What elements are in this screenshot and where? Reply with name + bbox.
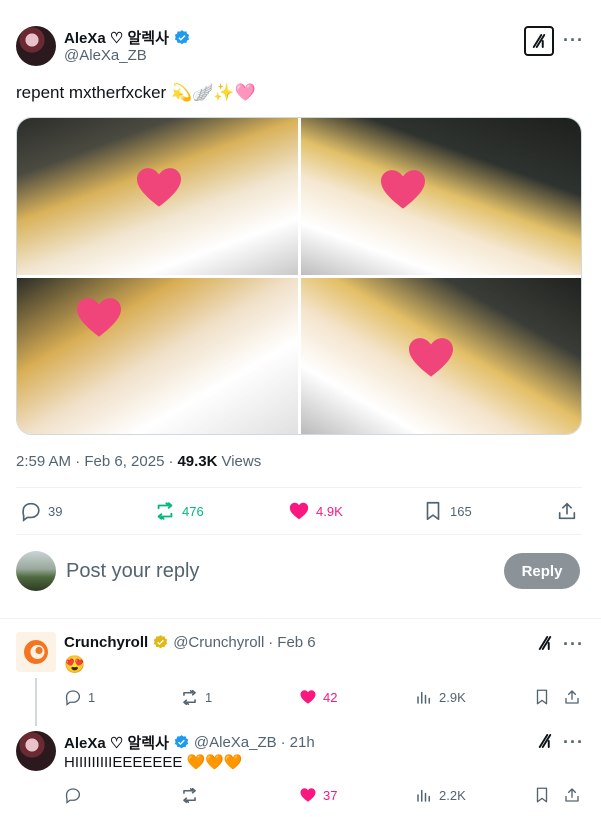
reply-1-bookmark-button[interactable] bbox=[533, 688, 551, 706]
views-count: 49.3K bbox=[177, 453, 218, 470]
reply-2-views-button[interactable]: 2.2K bbox=[415, 786, 466, 804]
reply-2-handle[interactable]: @AleXa_ZB bbox=[194, 734, 277, 751]
grok-icon[interactable] bbox=[524, 26, 554, 56]
reply-2-header: AleXa ♡ 알렉사 @AleXa_ZB · 21h bbox=[64, 732, 315, 753]
like-button[interactable]: 4.9K bbox=[288, 500, 343, 522]
meta-separator: · bbox=[168, 453, 174, 470]
reply-1-text: 😍 bbox=[64, 655, 86, 674]
reply-1-like-count: 42 bbox=[323, 689, 338, 705]
reply-button[interactable]: 39 bbox=[20, 500, 62, 522]
share-icon bbox=[565, 788, 579, 802]
share-icon bbox=[558, 502, 576, 520]
reply-2-reply-button[interactable] bbox=[64, 786, 88, 804]
reply-2-time[interactable]: 21h bbox=[290, 734, 315, 751]
repost-button[interactable]: 476 bbox=[154, 500, 204, 522]
bookmark-icon bbox=[536, 787, 548, 803]
reply-2-avatar[interactable] bbox=[16, 731, 56, 771]
verified-badge-icon bbox=[174, 29, 189, 44]
repost-count: 476 bbox=[182, 503, 204, 519]
more-icon[interactable]: ··· bbox=[563, 732, 584, 753]
reply-1-reply-button[interactable]: 1 bbox=[64, 688, 95, 706]
reply-1-views-button[interactable]: 2.9K bbox=[415, 688, 466, 706]
reply-1-repost-count: 1 bbox=[205, 690, 213, 705]
verified-gold-badge-icon bbox=[153, 635, 168, 649]
author-avatar[interactable] bbox=[16, 26, 56, 66]
author-name-row[interactable]: AleXa ♡ 알렉사 bbox=[64, 27, 191, 48]
reply-1-views-count: 2.9K bbox=[439, 689, 466, 705]
reply-1-display-name[interactable]: Crunchyroll bbox=[64, 634, 148, 651]
more-icon[interactable]: ··· bbox=[563, 634, 584, 655]
reply-2-bookmark-button[interactable] bbox=[533, 786, 551, 804]
reply-count: 39 bbox=[48, 503, 63, 519]
views-icon bbox=[417, 691, 430, 704]
repost-icon bbox=[183, 689, 196, 706]
bookmark-count: 165 bbox=[450, 503, 472, 519]
views-icon bbox=[417, 789, 430, 802]
photo-1[interactable] bbox=[17, 118, 298, 275]
bookmark-icon bbox=[426, 501, 440, 521]
tweet-text: repent mxtherfxcker 💫🪽✨🩷 bbox=[16, 83, 256, 102]
reply-1-like-button[interactable]: 42 bbox=[299, 688, 337, 706]
divider bbox=[16, 487, 582, 488]
grok-icon[interactable] bbox=[536, 634, 554, 657]
reply-2-like-count: 37 bbox=[323, 787, 338, 803]
verified-badge-icon bbox=[174, 735, 189, 749]
reply-submit-button[interactable]: Reply bbox=[504, 553, 580, 589]
reply-2-share-button[interactable] bbox=[563, 786, 581, 804]
divider bbox=[16, 534, 582, 535]
reply-2-repost-button[interactable] bbox=[180, 786, 205, 805]
heart-icon bbox=[300, 788, 316, 802]
media-grid[interactable] bbox=[16, 117, 582, 435]
author-handle[interactable]: @AleXa_ZB bbox=[64, 47, 147, 64]
photo-3[interactable] bbox=[17, 278, 298, 434]
reply-2-views-count: 2.2K bbox=[439, 787, 466, 803]
reply-1-repost-button[interactable]: 1 bbox=[180, 688, 212, 707]
reply-1-reply-count: 1 bbox=[88, 689, 96, 705]
reply-input[interactable]: Post your reply bbox=[66, 560, 199, 583]
crunchyroll-logo-icon bbox=[24, 640, 48, 664]
bookmark-icon bbox=[536, 689, 548, 705]
reply-2-display-name[interactable]: AleXa ♡ 알렉사 bbox=[64, 732, 169, 753]
photo-2[interactable] bbox=[301, 118, 581, 275]
crunchyroll-avatar[interactable] bbox=[16, 632, 56, 672]
reply-icon bbox=[65, 788, 81, 804]
divider bbox=[0, 618, 601, 619]
meta-separator: · bbox=[280, 734, 286, 751]
heart-icon bbox=[300, 690, 316, 704]
reply-1-share-button[interactable] bbox=[563, 688, 581, 706]
reply-1-header: Crunchyroll @Crunchyroll · Feb 6 bbox=[64, 634, 316, 651]
repost-icon bbox=[157, 502, 173, 520]
tweet-meta: 2:59 AM · Feb 6, 2025 · 49.3K Views bbox=[16, 453, 261, 470]
repost-icon bbox=[183, 787, 196, 804]
more-icon[interactable]: ··· bbox=[563, 30, 584, 51]
tweet-timestamp[interactable]: 2:59 AM · Feb 6, 2025 bbox=[16, 453, 164, 470]
current-user-avatar[interactable] bbox=[16, 551, 56, 591]
like-count: 4.9K bbox=[316, 503, 343, 519]
grok-icon[interactable] bbox=[536, 732, 554, 755]
views-label: Views bbox=[221, 453, 262, 470]
reply-1-handle[interactable]: @Crunchyroll bbox=[173, 634, 264, 651]
photo-4[interactable] bbox=[301, 278, 581, 434]
meta-separator: · bbox=[268, 634, 274, 651]
reply-icon bbox=[22, 502, 40, 522]
reply-icon bbox=[65, 690, 81, 706]
bookmark-button[interactable]: 165 bbox=[422, 500, 472, 522]
share-icon bbox=[565, 690, 579, 704]
heart-icon bbox=[289, 502, 309, 520]
reply-1-time[interactable]: Feb 6 bbox=[277, 634, 315, 651]
share-button[interactable] bbox=[556, 500, 578, 522]
thread-line bbox=[35, 678, 37, 726]
reply-2-text: HIIIIIIIIIEEEEEEE 🧡🧡🧡 bbox=[64, 754, 243, 771]
author-display-name[interactable]: AleXa ♡ 알렉사 bbox=[64, 27, 169, 48]
reply-2-like-button[interactable]: 37 bbox=[299, 786, 337, 804]
